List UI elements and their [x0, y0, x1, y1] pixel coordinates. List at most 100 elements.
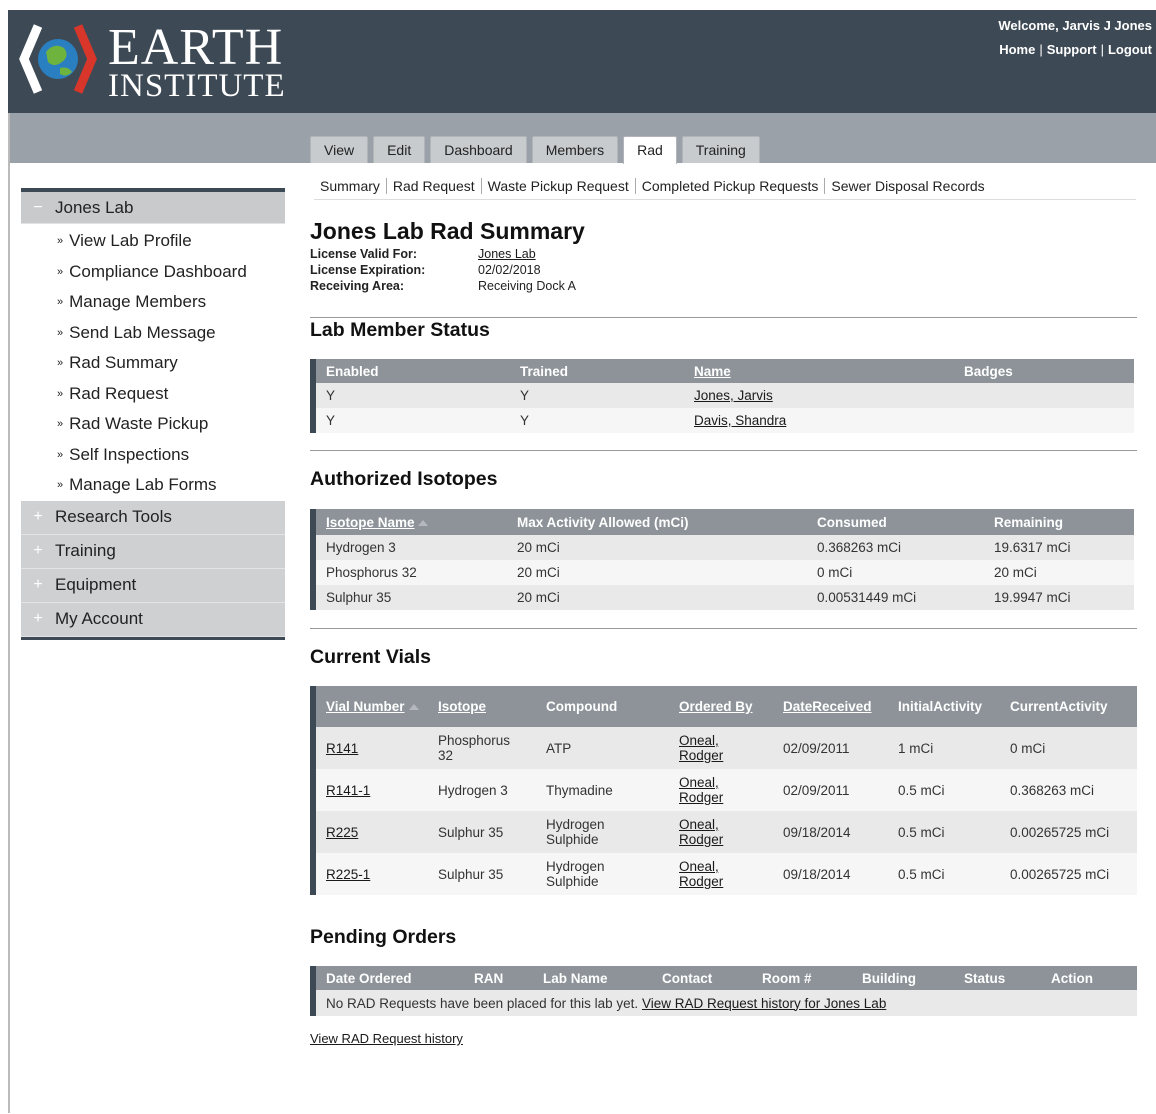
earth-institute-logo[interactable]: EARTH INSTITUTE	[18, 16, 318, 104]
cell-remaining: 19.9947 mCi	[984, 585, 1134, 610]
table-row: Y Y Jones, Jarvis	[313, 383, 1134, 408]
license-expiration-value: 02/02/2018	[478, 263, 541, 277]
cell-line: Sulphide	[546, 874, 599, 889]
sidebar-item-rad-summary[interactable]: » Rad Summary	[21, 348, 285, 379]
expand-icon: +	[33, 542, 43, 559]
cell-date-received: 09/18/2014	[773, 811, 888, 853]
table-row: No RAD Requests have been placed for thi…	[313, 990, 1137, 1016]
sidebar-item-send-lab-message[interactable]: » Send Lab Message	[21, 318, 285, 349]
ordered-by-link[interactable]: Oneal, Rodger	[679, 817, 767, 847]
vial-link[interactable]: R225	[326, 825, 358, 840]
bullet-icon: »	[57, 296, 64, 309]
support-link[interactable]: Support	[1047, 42, 1097, 57]
sidebar-item-label: Compliance Dashboard	[69, 261, 247, 281]
tab-view[interactable]: View	[310, 136, 369, 163]
sidebar-section-training[interactable]: + Training	[21, 534, 285, 569]
collapse-icon: −	[33, 198, 43, 216]
cell-compound: Hydrogen Sulphide	[536, 811, 669, 853]
vial-link[interactable]: R141	[326, 741, 358, 756]
sidebar-section-my-account[interactable]: + My Account	[21, 602, 285, 637]
tab-dashboard[interactable]: Dashboard	[430, 136, 527, 163]
sidebar-item-label: Manage Lab Forms	[69, 475, 217, 495]
sidebar-section-jones-lab[interactable]: − Jones Lab	[21, 192, 285, 224]
column-header-label: Isotope Name	[326, 514, 415, 530]
column-header-name[interactable]: Name	[684, 359, 954, 383]
license-lab-link[interactable]: Jones Lab	[478, 246, 536, 262]
cell-line: Thymadine	[546, 782, 613, 798]
column-header-building: Building	[852, 966, 954, 990]
column-header-label: Current	[1010, 699, 1059, 714]
tab-training[interactable]: Training	[681, 136, 760, 163]
cell-ordered-by: Oneal, Rodger	[669, 811, 773, 853]
member-name-link[interactable]: Jones, Jarvis	[694, 388, 773, 403]
column-header-room: Room #	[752, 966, 852, 990]
subnav-summary[interactable]: Summary	[314, 178, 386, 194]
home-link[interactable]: Home	[999, 42, 1035, 57]
sidebar-section-research-tools[interactable]: + Research Tools	[21, 500, 285, 535]
sidebar-item-rad-waste-pickup[interactable]: » Rad Waste Pickup	[21, 409, 285, 440]
cell-max-activity: 20 mCi	[507, 535, 807, 560]
cell-line: Hydrogen 3	[438, 782, 508, 798]
cell-vial-number: R141-1	[313, 769, 428, 811]
ordered-by-link[interactable]: Oneal, Rodger	[679, 859, 767, 889]
cell-trained: Y	[510, 383, 684, 408]
subnav-completed-pickup-requests[interactable]: Completed Pickup Requests	[636, 178, 825, 194]
cell-line: Rodger	[679, 748, 724, 763]
subnav-rad-request[interactable]: Rad Request	[387, 178, 481, 194]
logout-link[interactable]: Logout	[1108, 42, 1152, 57]
cell-current-activity: 0 mCi	[1000, 727, 1137, 769]
sidebar-item-compliance-dashboard[interactable]: » Compliance Dashboard	[21, 257, 285, 288]
column-header-remaining: Remaining	[984, 509, 1134, 535]
column-header-vial-number[interactable]: Vial Number	[313, 686, 428, 727]
lab-member-table: Enabled Trained Name Badges Y Y Jones, J…	[310, 359, 1137, 433]
main-tabs: View Edit Dashboard Members Rad Training	[310, 136, 760, 164]
ordered-by-link[interactable]: Oneal, Rodger	[679, 733, 767, 763]
column-header-isotope-name[interactable]: Isotope Name	[313, 509, 507, 535]
page-title: Jones Lab Rad Summary	[310, 218, 585, 244]
sidebar-item-manage-lab-forms[interactable]: » Manage Lab Forms	[21, 470, 285, 501]
cell-isotope: Hydrogen 3	[313, 535, 507, 560]
cell-current-activity: 0.00265725 mCi	[1000, 811, 1137, 853]
sidebar-section-equipment[interactable]: + Equipment	[21, 568, 285, 603]
column-header-initial-activity: InitialActivity	[888, 686, 1000, 727]
table-row: Hydrogen 3 20 mCi 0.368263 mCi 19.6317 m…	[313, 535, 1134, 560]
cell-current-activity: 0.368263 mCi	[1000, 769, 1137, 811]
lab-request-history-link[interactable]: View RAD Request history for Jones Lab	[642, 996, 886, 1011]
license-info: License Valid For: Jones Lab License Expi…	[310, 246, 576, 294]
rad-request-history-link-container: View RAD Request history	[310, 1031, 463, 1046]
cell-consumed: 0.368263 mCi	[807, 535, 984, 560]
logo-subtitle: INSTITUTE	[108, 68, 286, 104]
table-row: Y Y Davis, Shandra	[313, 408, 1134, 433]
tab-members[interactable]: Members	[531, 136, 619, 163]
cell-line: Hydrogen	[546, 859, 605, 874]
bullet-icon: »	[57, 387, 64, 400]
bullet-icon: »	[57, 448, 64, 461]
member-name-link[interactable]: Davis, Shandra	[694, 413, 786, 428]
authorized-isotopes-heading: Authorized Isotopes	[310, 468, 498, 490]
receiving-area-value: Receiving Dock A	[478, 279, 576, 293]
sidebar: − Jones Lab » View Lab Profile » Complianc…	[21, 188, 285, 640]
column-header-ordered-by[interactable]: Ordered By	[669, 686, 773, 727]
ordered-by-link[interactable]: Oneal, Rodger	[679, 775, 767, 805]
pending-orders-heading: Pending Orders	[310, 926, 457, 948]
sidebar-item-self-inspections[interactable]: » Self Inspections	[21, 440, 285, 471]
cell-ordered-by: Oneal, Rodger	[669, 853, 773, 895]
sidebar-item-view-lab-profile[interactable]: » View Lab Profile	[21, 226, 285, 257]
column-header-action: Action	[1041, 966, 1137, 990]
vial-link[interactable]: R225-1	[326, 867, 370, 882]
column-header-date-received[interactable]: DateReceived	[773, 686, 888, 727]
subnav-waste-pickup-request[interactable]: Waste Pickup Request	[482, 178, 635, 194]
cell-line: Oneal,	[679, 859, 719, 874]
sidebar-item-rad-request[interactable]: » Rad Request	[21, 379, 285, 410]
subnav-sewer-disposal-records[interactable]: Sewer Disposal Records	[825, 178, 990, 194]
divider	[310, 628, 1137, 629]
site-header: EARTH INSTITUTE Welcome, Jarvis J Jones …	[8, 10, 1156, 113]
rad-request-history-link[interactable]: View RAD Request history	[310, 1031, 463, 1046]
cell-line: 32	[438, 748, 454, 763]
tab-rad[interactable]: Rad	[623, 136, 677, 164]
vial-link[interactable]: R141-1	[326, 783, 370, 798]
sidebar-item-manage-members[interactable]: » Manage Members	[21, 287, 285, 318]
column-header-isotope[interactable]: Isotope	[428, 686, 536, 727]
tab-edit[interactable]: Edit	[373, 136, 426, 163]
table-row: R225-1 Sulphur 35 Hydrogen Sulphide Oneal…	[313, 853, 1137, 895]
